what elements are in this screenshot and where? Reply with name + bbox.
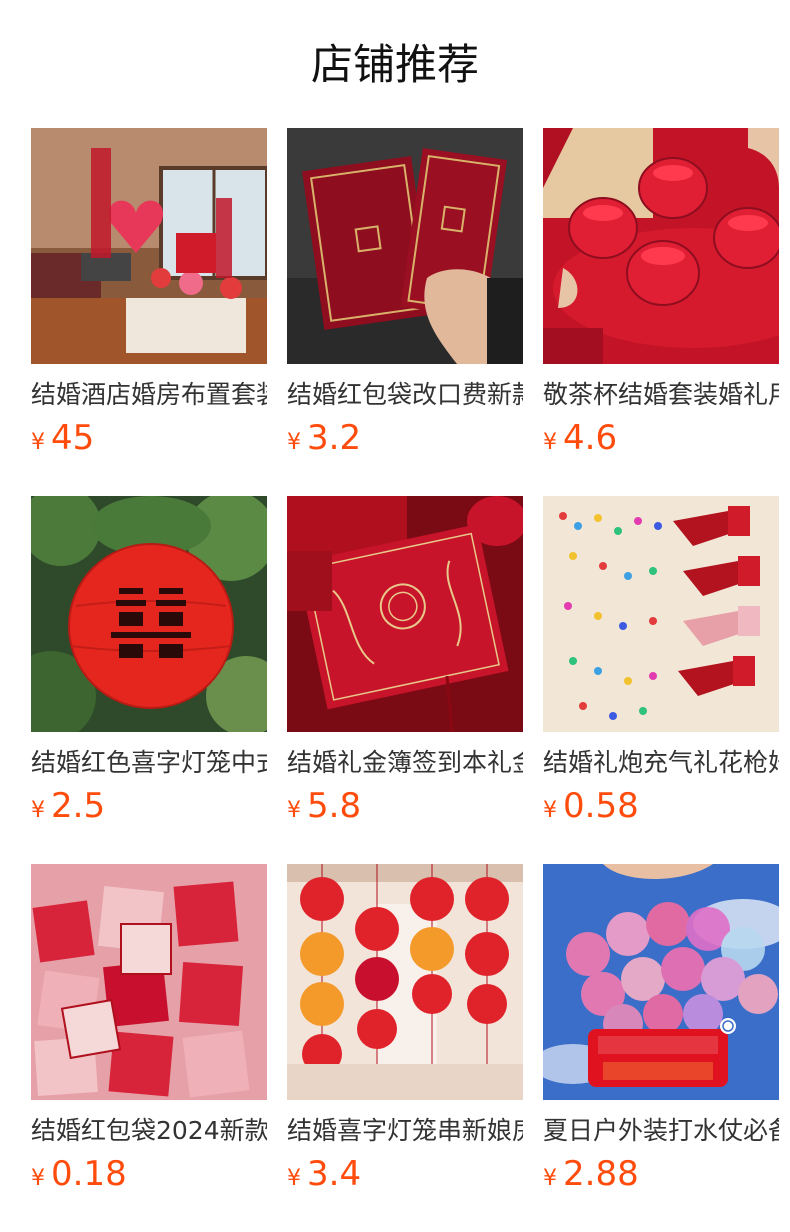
product-name[interactable]: 结婚礼金簿签到本礼金 xyxy=(287,746,523,780)
currency-symbol: ¥ xyxy=(287,430,301,455)
price-value: 4.6 xyxy=(563,418,618,458)
product-name[interactable]: 结婚红色喜字灯笼中式 xyxy=(31,746,267,780)
product-image-red-envelopes[interactable] xyxy=(287,128,523,364)
currency-symbol: ¥ xyxy=(31,1166,45,1191)
product-image-confetti-cannons[interactable] xyxy=(543,496,779,732)
product-card[interactable]: 结婚酒店婚房布置套装 ¥45 xyxy=(31,128,267,458)
currency-symbol: ¥ xyxy=(31,430,45,455)
price-value: 5.8 xyxy=(307,786,362,826)
product-image-tea-cups[interactable] xyxy=(543,128,779,364)
price-value: 0.58 xyxy=(563,786,639,826)
price-value: 2.88 xyxy=(563,1154,639,1194)
product-card[interactable]: 敬茶杯结婚套装婚礼用品 ¥4.6 xyxy=(543,128,779,458)
product-name[interactable]: 结婚红包袋改口费新款 xyxy=(287,378,523,412)
section-title: 店铺推荐 xyxy=(310,40,479,89)
product-grid: 结婚酒店婚房布置套装 ¥45 结婚红包袋改口费新款 ¥ 3.2 敬茶杯结婚套装婚… xyxy=(31,128,779,1194)
product-price: ¥2.5 xyxy=(31,786,267,832)
currency-symbol: ¥ xyxy=(287,798,301,823)
price-value: 3.2 xyxy=(307,418,362,458)
product-image-wedding-room[interactable] xyxy=(31,128,267,364)
product-name[interactable]: 结婚红包袋2024新款 xyxy=(31,1114,267,1148)
product-card[interactable]: 结婚喜字灯笼串新娘房 ¥3.4 xyxy=(287,864,523,1194)
product-name[interactable]: 结婚酒店婚房布置套装 xyxy=(31,378,267,412)
product-price: ¥2.88 xyxy=(543,1154,779,1200)
product-image-red-lantern[interactable] xyxy=(31,496,267,732)
price-value: 2.5 xyxy=(51,786,106,826)
currency-symbol: ¥ xyxy=(543,798,557,823)
product-image-lantern-strings[interactable] xyxy=(287,864,523,1100)
product-price: ¥4.6 xyxy=(543,418,779,464)
product-price: ¥3.2 xyxy=(287,418,523,464)
currency-symbol: ¥ xyxy=(31,798,45,823)
product-card[interactable]: 结婚礼炮充气礼花枪婚庆 ¥0.58 xyxy=(543,496,779,826)
product-image-red-packets[interactable] xyxy=(31,864,267,1100)
product-card[interactable]: 结婚红包袋改口费新款 ¥3.2 xyxy=(287,128,523,458)
product-card[interactable]: 夏日户外装打水仗必备 ¥2.88 xyxy=(543,864,779,1194)
product-card[interactable]: 结婚红色喜字灯笼中式 ¥2.5 xyxy=(31,496,267,826)
product-name[interactable]: 结婚喜字灯笼串新娘房 xyxy=(287,1114,523,1148)
product-card[interactable]: 结婚礼金簿签到本礼金 ¥5.8 xyxy=(287,496,523,826)
product-price: ¥3.4 xyxy=(287,1154,523,1200)
product-image-water-balloons[interactable] xyxy=(543,864,779,1100)
product-price: ¥5.8 xyxy=(287,786,523,832)
product-price: ¥0.58 xyxy=(543,786,779,832)
product-price: ¥0.18 xyxy=(31,1154,267,1200)
product-name[interactable]: 敬茶杯结婚套装婚礼用品 xyxy=(543,378,779,412)
product-image-gift-book[interactable] xyxy=(287,496,523,732)
product-price: ¥45 xyxy=(31,418,267,464)
product-name[interactable]: 夏日户外装打水仗必备 xyxy=(543,1114,779,1148)
product-name[interactable]: 结婚礼炮充气礼花枪婚庆 xyxy=(543,746,779,780)
shop-recommend-page: 店铺推荐 结婚酒店婚房布置套装 ¥ 45 结婚红包袋改口费新款 ¥ 3.2 敬茶… xyxy=(0,0,790,1232)
price-value: 0.18 xyxy=(51,1154,127,1194)
price-value: 3.4 xyxy=(307,1154,362,1194)
currency-symbol: ¥ xyxy=(543,430,557,455)
product-card[interactable]: 结婚红包袋2024新款 ¥0.18 xyxy=(31,864,267,1194)
price-value: 45 xyxy=(51,418,95,458)
currency-symbol: ¥ xyxy=(287,1166,301,1191)
currency-symbol: ¥ xyxy=(543,1166,557,1191)
